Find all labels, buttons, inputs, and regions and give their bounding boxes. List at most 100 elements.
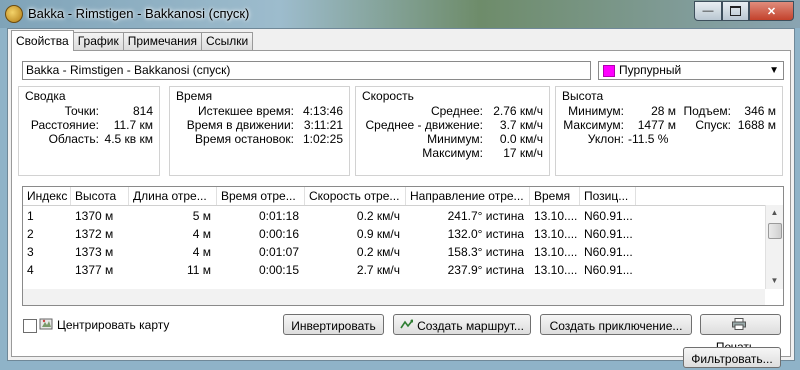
table-row[interactable]: 4 1377 м 11 м 0:00:15 2.7 км/ч 237.9° ис… [23, 261, 765, 279]
minimize-icon: — [702, 5, 714, 17]
horizontal-scrollbar[interactable] [23, 289, 765, 305]
cell-position: N60.91... [584, 263, 633, 277]
cell-position: N60.91... [584, 209, 633, 223]
avg-speed-value: 2.76 км/ч [493, 104, 543, 118]
stopped-time-label: Время остановок: [195, 132, 294, 146]
elapsed-time-value: 4:13:46 [302, 104, 343, 118]
descent-label: Спуск: [695, 118, 731, 132]
max-elevation-value: 1477 м [637, 118, 676, 132]
route-icon [400, 316, 414, 337]
print-button[interactable]: Печать... [700, 314, 781, 354]
avg-moving-speed-value: 3.7 км/ч [499, 118, 543, 132]
column-header-time[interactable]: Время [530, 187, 580, 205]
chevron-down-icon: ▼ [769, 65, 779, 76]
cell-time: 13.10.... [534, 263, 578, 277]
points-value: 814 [132, 104, 153, 118]
time-box: Время Истекшее время: 4:13:46 Время в дв… [169, 86, 350, 176]
area-label: Область: [48, 132, 99, 146]
center-map-checkbox[interactable] [23, 319, 37, 333]
cell-elevation: 1370 м [75, 209, 114, 223]
points-label: Точки: [64, 104, 99, 118]
column-header-segment-length[interactable]: Длина отре... [129, 187, 217, 205]
cell-position: N60.91... [584, 227, 633, 241]
slope-label: Уклон: [587, 132, 624, 146]
center-map-label[interactable]: Центрировать карту [57, 318, 169, 332]
cell-segment-time: 0:01:07 [258, 245, 299, 259]
column-header-elevation[interactable]: Высота [71, 187, 129, 205]
moving-time-value: 3:11:21 [303, 118, 343, 132]
max-speed-value: 17 км/ч [503, 146, 543, 160]
min-elevation-label: Минимум: [568, 104, 624, 118]
create-adventure-button[interactable]: Создать приключение... [540, 314, 692, 335]
color-dropdown[interactable]: Пурпурный ▼ [598, 61, 784, 80]
filter-button[interactable]: Фильтровать... [683, 347, 781, 368]
close-button[interactable]: ✕ [749, 1, 794, 21]
title-bar[interactable]: Bakka - Rimstigen - Bakkanosi (спуск) — … [0, 0, 800, 28]
column-header-segment-time[interactable]: Время отре... [217, 187, 305, 205]
cell-segment-length: 5 м [192, 209, 211, 223]
moving-time-label: Время в движении: [186, 118, 294, 132]
maximize-button[interactable] [722, 1, 749, 21]
tab-notes[interactable]: Примечания [122, 32, 202, 50]
ascent-value: 346 м [744, 104, 776, 118]
create-route-label: Создать маршрут... [417, 319, 524, 333]
trackpoint-table[interactable]: Индекс Высота Длина отре... Время отре..… [22, 186, 784, 306]
cell-segment-direction: 132.0° истина [447, 227, 524, 241]
cell-segment-speed: 0.9 км/ч [356, 227, 400, 241]
scroll-thumb[interactable] [768, 223, 782, 239]
window-title: Bakka - Rimstigen - Bakkanosi (спуск) [28, 6, 250, 21]
printer-icon [731, 316, 746, 337]
scroll-down-icon[interactable]: ▼ [766, 273, 783, 289]
invert-button[interactable]: Инвертировать [283, 314, 384, 335]
cell-segment-speed: 0.2 км/ч [356, 209, 400, 223]
slope-value: -11.5 % [628, 132, 669, 146]
scroll-up-icon[interactable]: ▲ [766, 205, 783, 221]
tab-properties[interactable]: Свойства [11, 30, 74, 51]
cell-segment-length: 4 м [192, 227, 211, 241]
ascent-label: Подъем: [683, 104, 731, 118]
avg-speed-label: Среднее: [430, 104, 483, 118]
properties-panel: Bakka - Rimstigen - Bakkanosi (спуск) Пу… [11, 50, 791, 368]
minimize-button[interactable]: — [694, 1, 722, 21]
app-icon [5, 5, 23, 23]
speed-title: Скорость [362, 89, 414, 103]
tab-chart[interactable]: График [72, 32, 124, 50]
cell-segment-direction: 237.9° истина [447, 263, 524, 277]
cell-elevation: 1377 м [75, 263, 114, 277]
max-elevation-label: Максимум: [563, 118, 624, 132]
elapsed-time-label: Истекшее время: [197, 104, 294, 118]
column-header-segment-direction[interactable]: Направление отре... [406, 187, 530, 205]
table-row[interactable]: 3 1373 м 4 м 0:01:07 0.2 км/ч 158.3° ист… [23, 243, 765, 261]
tab-links[interactable]: Ссылки [200, 32, 254, 50]
vertical-scrollbar[interactable]: ▲ ▼ [765, 205, 783, 289]
create-route-button[interactable]: Создать маршрут... [393, 314, 531, 335]
cell-segment-time: 0:01:18 [258, 209, 299, 223]
area-value: 4.5 кв км [104, 132, 153, 146]
distance-value: 11.7 км [113, 118, 153, 132]
cell-elevation: 1373 м [75, 245, 114, 259]
column-header-segment-speed[interactable]: Скорость отре... [305, 187, 406, 205]
cell-index: 3 [27, 245, 34, 259]
cell-segment-speed: 2.7 км/ч [356, 263, 400, 277]
distance-label: Расстояние: [30, 118, 99, 132]
table-row[interactable]: 1 1370 м 5 м 0:01:18 0.2 км/ч 241.7° ист… [23, 207, 765, 225]
cell-segment-length: 11 м [186, 263, 211, 277]
tab-strip: Свойства График Примечания Ссылки [11, 30, 254, 51]
descent-value: 1688 м [737, 118, 776, 132]
min-speed-label: Минимум: [427, 132, 483, 146]
avg-moving-speed-label: Среднее - движение: [365, 118, 483, 132]
speed-box: Скорость Среднее: 2.76 км/ч Среднее - дв… [355, 86, 550, 176]
color-swatch [603, 65, 615, 77]
track-name-input[interactable]: Bakka - Rimstigen - Bakkanosi (спуск) [22, 61, 591, 80]
cell-segment-length: 4 м [192, 245, 211, 259]
elevation-title: Высота [562, 89, 604, 103]
column-header-position[interactable]: Позиц... [580, 187, 636, 205]
summary-title: Сводка [25, 89, 66, 103]
stopped-time-value: 1:02:25 [302, 132, 343, 146]
column-header-index[interactable]: Индекс [23, 187, 71, 205]
cell-elevation: 1372 м [75, 227, 114, 241]
min-speed-value: 0.0 км/ч [499, 132, 543, 146]
table-row[interactable]: 2 1372 м 4 м 0:00:16 0.9 км/ч 132.0° ист… [23, 225, 765, 243]
cell-index: 1 [27, 209, 34, 223]
cell-segment-direction: 241.7° истина [447, 209, 524, 223]
